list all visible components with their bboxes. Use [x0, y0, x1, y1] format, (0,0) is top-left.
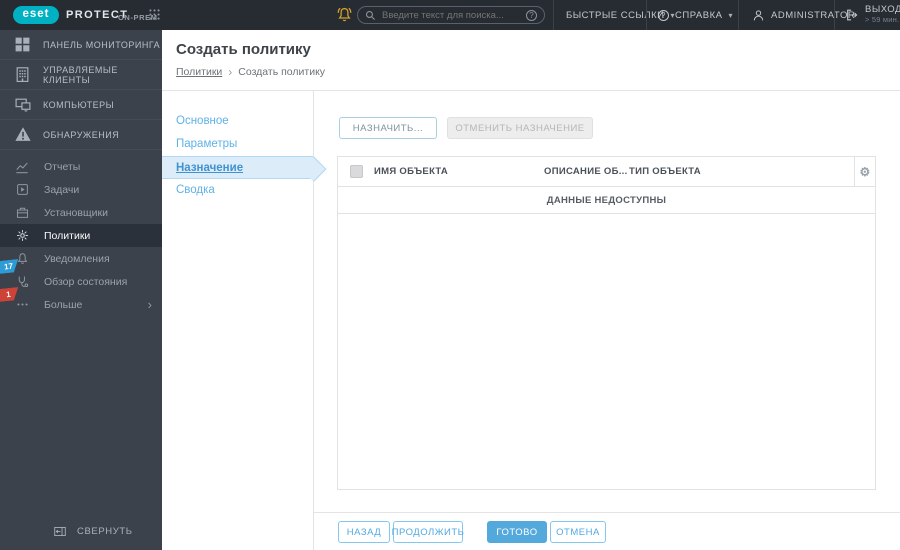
select-all-cell — [338, 165, 374, 178]
wizard-step-assign[interactable]: Назначение — [162, 156, 313, 179]
session-timeout: > 59 мин. — [865, 15, 900, 25]
dashboard-icon — [13, 36, 32, 53]
topbar-divider — [738, 0, 739, 30]
sidebar-item-dashboard[interactable]: ПАНЕЛЬ МОНИТОРИНГА — [0, 30, 162, 60]
wizard-step-settings[interactable]: Параметры — [162, 133, 313, 156]
select-all-checkbox[interactable] — [349, 165, 363, 178]
sidebar-item-installers[interactable]: Установщики — [0, 201, 162, 224]
installers-box-icon — [14, 206, 30, 219]
topbar-divider — [553, 0, 554, 30]
help-icon: ? — [658, 9, 669, 21]
cancel-button[interactable]: ОТМЕНА — [550, 521, 606, 543]
sidebar-item-label: Больше — [44, 298, 83, 311]
sidebar-item-label: УПРАВЛЯЕМЫЕ КЛИЕНТЫ — [43, 64, 118, 85]
sidebar-item-label: Уведомления — [44, 252, 110, 265]
back-button[interactable]: НАЗАД — [338, 521, 390, 543]
search-input[interactable] — [382, 9, 520, 21]
main-content: Создать политику Политики › Создать поли… — [162, 30, 900, 550]
user-name: ADMINISTRATOR — [771, 9, 856, 21]
sidebar-item-more[interactable]: Больше › — [0, 293, 162, 316]
gear-icon — [14, 229, 30, 242]
search-help-icon[interactable]: ? — [526, 9, 537, 21]
chevron-right-icon: › — [147, 297, 152, 312]
column-header-object-type[interactable]: ТИП ОБЪЕКТА — [629, 166, 854, 177]
continue-button[interactable]: ПРОДОЛЖИТЬ — [392, 521, 464, 543]
sidebar-item-label: Отчеты — [44, 160, 81, 173]
sidebar: ПАНЕЛЬ МОНИТОРИНГА УПРАВЛЯЕМЫЕ КЛИЕНТЫ К… — [0, 30, 162, 550]
user-menu[interactable]: ADMINISTRATOR — [752, 0, 855, 30]
help-label: СПРАВКА — [675, 9, 723, 21]
apps-grid-icon[interactable] — [148, 8, 161, 21]
breadcrumb-current: Создать политику — [238, 66, 326, 78]
tasks-play-icon — [14, 183, 30, 196]
sidebar-item-label: Установщики — [44, 206, 108, 219]
sidebar-item-reports[interactable]: Отчеты — [0, 155, 162, 178]
sidebar-item-label: КОМПЬЮТЕРЫ — [43, 99, 115, 110]
warning-triangle-icon — [13, 126, 32, 143]
sidebar-item-label: ОБНАРУЖЕНИЯ — [43, 129, 120, 140]
sidebar-item-policies[interactable]: Политики — [0, 224, 162, 247]
logout-icon — [845, 8, 859, 22]
collapse-icon — [53, 525, 67, 538]
topbar-divider — [834, 0, 835, 30]
footer-divider — [314, 512, 900, 513]
page-title: Создать политику — [176, 41, 311, 58]
logout-button[interactable]: ВЫХОД > 59 мин. — [845, 0, 900, 30]
reports-chart-icon — [14, 160, 30, 174]
sidebar-item-managed-clients[interactable]: УПРАВЛЯЕМЫЕ КЛИЕНТЫ — [0, 60, 162, 90]
column-header-object-name[interactable]: ИМЯ ОБЪЕКТА — [374, 166, 544, 177]
sidebar-item-notifications[interactable]: Уведомления — [0, 247, 162, 270]
unassign-button[interactable]: ОТМЕНИТЬ НАЗНАЧЕНИЕ — [447, 117, 593, 139]
eset-logo: eset — [13, 6, 59, 24]
breadcrumb-separator-icon: › — [228, 65, 233, 79]
sidebar-item-label: ПАНЕЛЬ МОНИТОРИНГА — [43, 39, 161, 50]
search-box: ? — [357, 6, 545, 24]
building-icon — [13, 66, 32, 83]
sidebar-item-label: Политики — [44, 229, 91, 242]
search-icon — [365, 10, 376, 21]
column-header-object-description[interactable]: ОПИСАНИЕ ОБ... — [544, 166, 629, 177]
sidebar-item-status-overview[interactable]: Обзор состояния — [0, 270, 162, 293]
table-header-row: ИМЯ ОБЪЕКТА ОПИСАНИЕ ОБ... ТИП ОБЪЕКТА ⚙ — [338, 157, 875, 187]
wizard-step-basic[interactable]: Основное — [162, 110, 313, 133]
breadcrumb-policies-link[interactable]: Политики — [176, 66, 222, 78]
sidebar-item-label: Задачи — [44, 183, 80, 196]
computers-icon — [13, 96, 32, 113]
table-settings-gear-icon[interactable]: ⚙ — [854, 157, 875, 186]
collapse-sidebar-button[interactable]: СВЕРНУТЬ — [0, 521, 133, 541]
sidebar-item-detections[interactable]: ОБНАРУЖЕНИЯ — [0, 120, 162, 150]
wizard-steps: Основное Параметры Назначение Сводка — [162, 91, 314, 550]
sidebar-item-label: Обзор состояния — [44, 275, 128, 288]
collapse-label: СВЕРНУТЬ — [77, 525, 133, 537]
user-icon — [752, 9, 765, 22]
wizard-step-summary[interactable]: Сводка — [162, 179, 313, 202]
notifications-bell-icon[interactable] — [336, 6, 353, 23]
chevron-down-icon: ▾ — [728, 10, 733, 20]
sidebar-item-computers[interactable]: КОМПЬЮТЕРЫ — [0, 90, 162, 120]
topbar-divider — [646, 0, 647, 30]
targets-table: ИМЯ ОБЪЕКТА ОПИСАНИЕ ОБ... ТИП ОБЪЕКТА ⚙… — [337, 156, 876, 490]
help-menu[interactable]: ? СПРАВКА ▾ — [658, 0, 733, 30]
ellipsis-icon — [14, 298, 30, 311]
topbar: eset PROTECT ON-PREM ? БЫСТРЫЕ ССЫЛКИ ▾ … — [0, 0, 900, 30]
sidebar-item-tasks[interactable]: Задачи — [0, 178, 162, 201]
breadcrumb: Политики › Создать политику — [176, 65, 325, 79]
table-empty-message: ДАННЫЕ НЕДОСТУПНЫ — [338, 187, 875, 214]
assign-button[interactable]: НАЗНАЧИТЬ... — [339, 117, 437, 139]
quick-links-label: БЫСТРЫЕ ССЫЛКИ — [566, 9, 665, 21]
finish-button[interactable]: ГОТОВО — [487, 521, 547, 543]
stethoscope-icon — [14, 275, 30, 288]
